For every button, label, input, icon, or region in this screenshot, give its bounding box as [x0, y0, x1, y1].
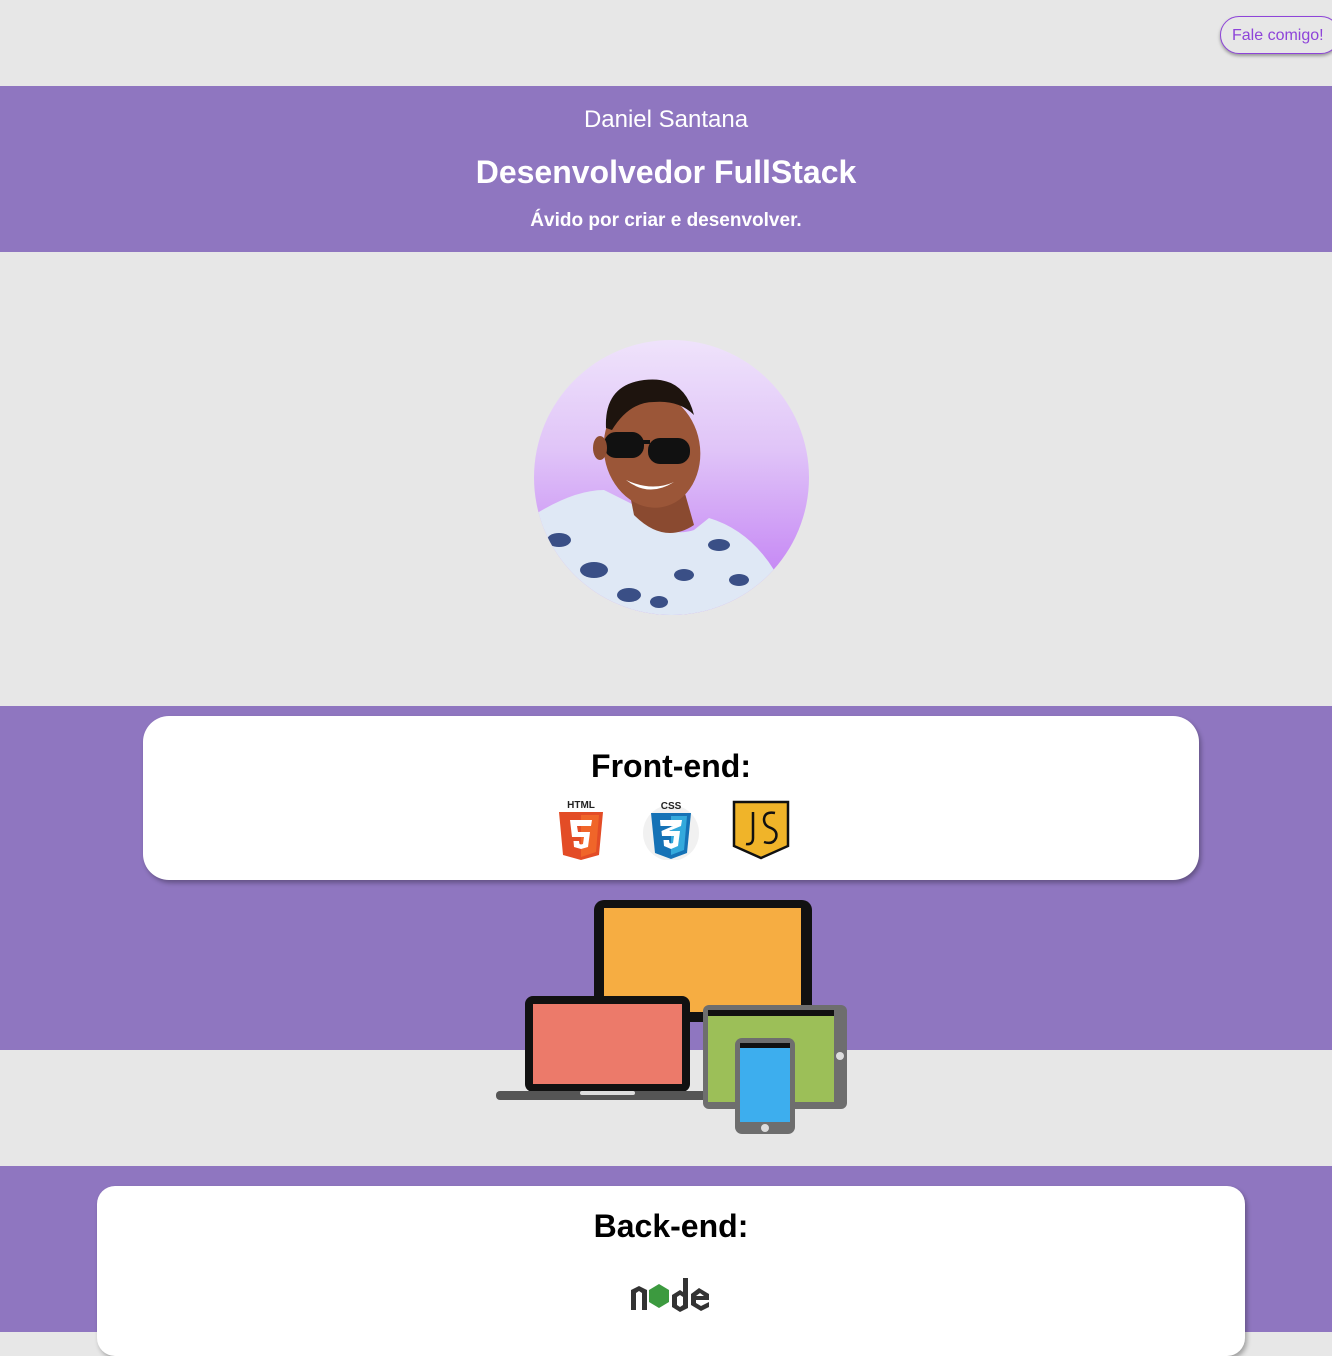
avatar — [534, 340, 809, 615]
author-role: Desenvolvedor FullStack — [475, 154, 857, 190]
svg-text:HTML: HTML — [567, 800, 595, 811]
author-name: Daniel Santana — [583, 106, 749, 133]
devices-illustration — [496, 900, 847, 1134]
contact-button[interactable]: Fale comigo! — [1220, 16, 1332, 54]
backend-title: Back-end: — [593, 1208, 749, 1244]
javascript-icon — [732, 800, 790, 860]
backend-card: Back-end: — [97, 1186, 1245, 1356]
hero-section: Daniel Santana Desenvolvedor FullStack Á… — [0, 86, 1332, 252]
frontend-title: Front-end: — [591, 748, 751, 784]
top-bar: Fale comigo! — [0, 0, 1332, 86]
html5-icon: HTML — [559, 800, 603, 860]
avatar-photo — [534, 379, 809, 615]
nodejs-icon — [631, 1278, 709, 1312]
frontend-card: Front-end: HTML CSS — [143, 716, 1199, 880]
svg-text:CSS: CSS — [661, 801, 682, 812]
author-tagline: Ávido por criar e desenvolver. — [530, 210, 802, 231]
css3-icon: CSS — [643, 801, 699, 860]
